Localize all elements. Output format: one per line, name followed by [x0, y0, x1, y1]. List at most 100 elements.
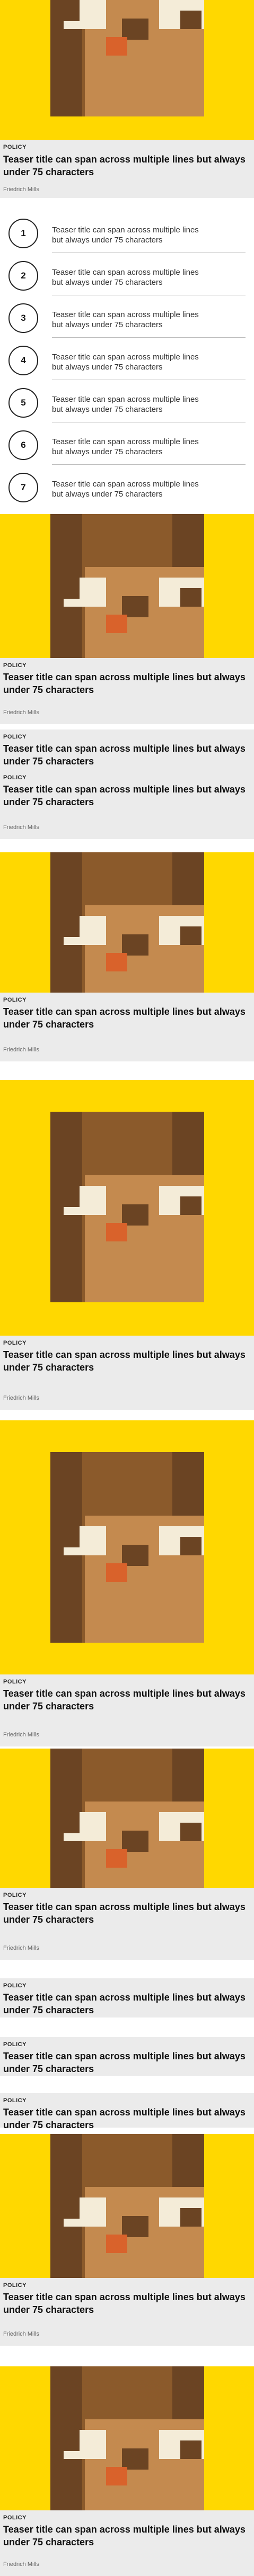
teaser-title[interactable]: Teaser title can span across multiple li… [3, 2106, 247, 2131]
teaser-image[interactable] [0, 1420, 254, 1674]
bear-mascot-image [0, 514, 254, 658]
list-item-title[interactable]: Teaser title can span across multiple li… [52, 437, 211, 457]
list-number-badge: 7 [8, 473, 38, 502]
teaser-card[interactable]: POLICY Teaser title can span across multi… [0, 993, 254, 1061]
list-item[interactable]: 2 Teaser title can span across multiple l… [0, 257, 254, 299]
mascot-pixel-block [204, 2366, 254, 2510]
mascot-pixel-block [0, 1112, 50, 1302]
teaser-title[interactable]: Teaser title can span across multiple li… [3, 153, 247, 178]
teaser-image[interactable] [0, 852, 254, 993]
mascot-pixel-block [180, 588, 202, 607]
teaser-card[interactable]: POLICY Teaser title can span across multi… [0, 2278, 254, 2346]
list-item[interactable]: 6 Teaser title can span across multiple l… [0, 426, 254, 469]
list-divider [52, 464, 246, 465]
teaser-title[interactable]: Teaser title can span across multiple li… [3, 2523, 247, 2548]
list-item[interactable]: 3 Teaser title can span across multiple l… [0, 299, 254, 341]
list-item[interactable]: 4 Teaser title can span across multiple l… [0, 341, 254, 384]
teaser-author[interactable]: Friedrich Mills [3, 1945, 254, 1951]
mascot-pixel-block [64, 916, 80, 937]
teaser-author[interactable]: Friedrich Mills [3, 824, 254, 831]
mascot-pixel-block [180, 1196, 202, 1215]
mascot-pixel-block [204, 1112, 254, 1302]
mascot-pixel-block [64, 2430, 80, 2451]
teaser-title[interactable]: Teaser title can span across multiple li… [3, 671, 247, 696]
list-item[interactable]: 5 Teaser title can span across multiple l… [0, 384, 254, 426]
teaser-label: POLICY [3, 2282, 27, 2289]
teaser-author[interactable]: Friedrich Mills [3, 186, 254, 193]
teaser-title[interactable]: Teaser title can span across multiple li… [3, 1005, 247, 1031]
mascot-pixel-block [204, 1452, 254, 1643]
list-number-badge: 6 [8, 430, 38, 460]
teaser-title[interactable]: Teaser title can span across multiple li… [3, 1901, 247, 1926]
mascot-pixel-block [64, 2197, 80, 2219]
list-item-title[interactable]: Teaser title can span across multiple li… [52, 394, 211, 415]
teaser-author[interactable]: Friedrich Mills [3, 2331, 254, 2337]
list-item-title[interactable]: Teaser title can span across multiple li… [52, 267, 211, 287]
teaser-title[interactable]: Teaser title can span across multiple li… [3, 2050, 247, 2075]
teaser-image[interactable] [0, 514, 254, 658]
teaser-image[interactable] [0, 2366, 254, 2510]
teaser-author[interactable]: Friedrich Mills [3, 709, 254, 716]
mascot-pixel-block [0, 0, 50, 116]
mascot-pixel-block [106, 37, 127, 56]
teaser-label: POLICY [3, 1340, 27, 1346]
mascot-pixel-block [106, 2235, 127, 2253]
mascot-pixel-block [180, 2440, 202, 2459]
list-item[interactable]: 1 Teaser title can span across multiple l… [0, 214, 254, 257]
mascot-pixel-block [106, 1563, 127, 1582]
bear-mascot-image [0, 1749, 254, 1888]
teaser-card[interactable]: POLICY Teaser title can span across multi… [0, 658, 254, 724]
teaser-title[interactable]: Teaser title can span across multiple li… [3, 1348, 247, 1374]
teaser-author[interactable]: Friedrich Mills [3, 1047, 254, 1053]
teaser-card[interactable]: POLICY Teaser title can span across multi… [0, 1978, 254, 2017]
teaser-card[interactable]: POLICY Teaser title can span across multi… [0, 1674, 254, 1746]
teaser-card[interactable]: POLICY Teaser title can span across multi… [0, 2510, 254, 2576]
mascot-pixel-block [0, 852, 50, 993]
teaser-card[interactable]: POLICY Teaser title can span across multi… [0, 2093, 254, 2131]
list-number-badge: 1 [8, 219, 38, 248]
mascot-pixel-block [0, 514, 50, 658]
list-item[interactable]: 7 Teaser title can span across multiple l… [0, 469, 254, 511]
teaser-label: POLICY [3, 662, 27, 669]
hero-image-top[interactable] [0, 0, 254, 140]
teaser-title[interactable]: Teaser title can span across multiple li… [3, 783, 247, 808]
mascot-pixel-block [122, 1545, 148, 1566]
mascot-pixel-block [64, 1526, 80, 1547]
teaser-label: POLICY [3, 734, 27, 740]
bear-mascot-image [0, 1452, 254, 1643]
teaser-card-top[interactable]: POLICY Teaser title can span across mult… [0, 140, 254, 198]
mascot-pixel-block [122, 2216, 148, 2237]
teaser-image[interactable] [0, 1080, 254, 1336]
teaser-title[interactable]: Teaser title can span across multiple li… [3, 742, 247, 768]
teaser-title[interactable]: Teaser title can span across multiple li… [3, 1991, 247, 2016]
teaser-label: POLICY [3, 2097, 27, 2104]
teaser-card[interactable]: POLICY Teaser title can span across multi… [0, 729, 254, 774]
mascot-pixel-block [64, 1186, 80, 1207]
list-item-title[interactable]: Teaser title can span across multiple li… [52, 479, 211, 499]
teaser-author[interactable]: Friedrich Mills [3, 2561, 254, 2568]
teaser-image[interactable] [0, 2134, 254, 2278]
teaser-card[interactable]: POLICY Teaser title can span across multi… [0, 1888, 254, 1960]
teaser-card[interactable]: POLICY Teaser title can span across multi… [0, 770, 254, 839]
list-number-badge: 2 [8, 261, 38, 291]
teaser-author[interactable]: Friedrich Mills [3, 1395, 254, 1401]
teaser-image[interactable] [0, 1749, 254, 1888]
teaser-label: POLICY [3, 2041, 27, 2048]
mascot-pixel-block [180, 11, 202, 29]
mascot-pixel-block [106, 1223, 127, 1241]
teaser-label: POLICY [3, 1679, 27, 1685]
teaser-label: POLICY [3, 2515, 27, 2521]
teaser-card[interactable]: POLICY Teaser title can span across multi… [0, 1336, 254, 1410]
teaser-author[interactable]: Friedrich Mills [3, 1732, 254, 1738]
mascot-pixel-block [64, 578, 80, 599]
bear-mascot-image [0, 1112, 254, 1302]
list-divider [52, 337, 246, 338]
teaser-title[interactable]: Teaser title can span across multiple li… [3, 1687, 247, 1713]
list-item-title[interactable]: Teaser title can span across multiple li… [52, 225, 211, 245]
mascot-pixel-block [180, 2208, 202, 2227]
list-item-title[interactable]: Teaser title can span across multiple li… [52, 352, 211, 372]
list-item-title[interactable]: Teaser title can span across multiple li… [52, 310, 211, 330]
mascot-pixel-block [122, 934, 148, 956]
teaser-card[interactable]: POLICY Teaser title can span across multi… [0, 2037, 254, 2076]
teaser-title[interactable]: Teaser title can span across multiple li… [3, 2291, 247, 2316]
